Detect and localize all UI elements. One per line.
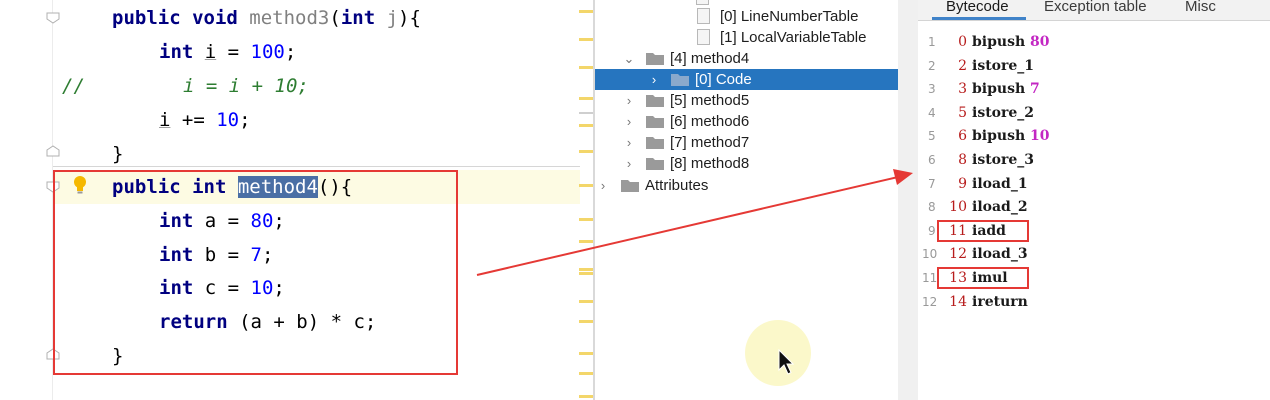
arrow-head <box>893 169 913 185</box>
mouse-cursor-icon <box>778 349 794 375</box>
arrow-line <box>476 176 899 276</box>
annotation-arrow <box>476 169 913 276</box>
